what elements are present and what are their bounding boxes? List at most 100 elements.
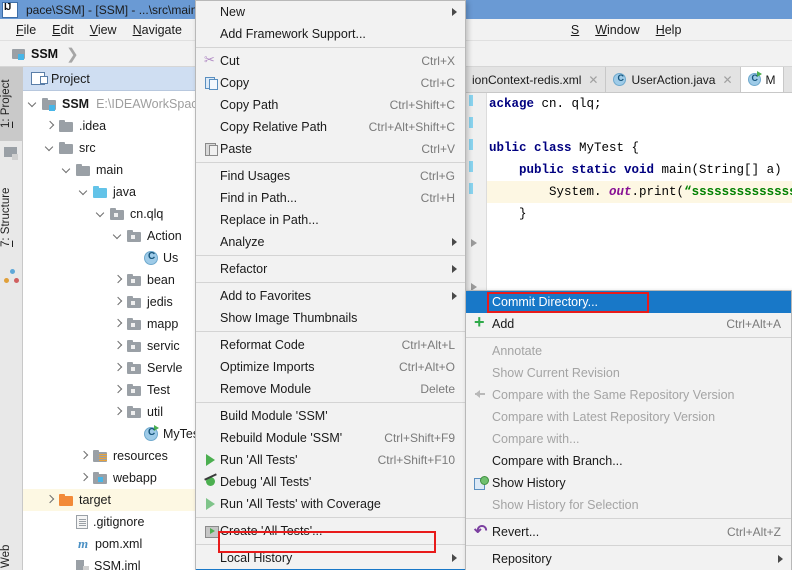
chevron-down-icon[interactable] [95, 208, 107, 220]
tree-node[interactable]: main [23, 159, 218, 181]
project-panel-header[interactable]: Project [23, 67, 218, 91]
menu-item[interactable]: Paste Ctrl+V [196, 138, 465, 160]
tree-node[interactable]: MyTes [23, 423, 218, 445]
tree-node[interactable]: target [23, 489, 218, 511]
menu-item[interactable]: Refactor [196, 258, 465, 280]
menu-item[interactable]: Show History [466, 472, 791, 494]
chevron-right-icon[interactable] [44, 494, 56, 506]
git-submenu[interactable]: Commit Directory... Add Ctrl+Alt+A Annotate… [465, 290, 792, 570]
close-icon[interactable]: ✕ [588, 73, 598, 87]
tree-node[interactable]: webapp [23, 467, 218, 489]
menu-item[interactable]: Remove Module Delete [196, 378, 465, 400]
menu-item-label: Add to Favorites [220, 289, 312, 303]
close-icon[interactable]: ✕ [722, 73, 732, 87]
editor-tab[interactable]: UserAction.java ✕ [606, 67, 741, 92]
menu-item-file[interactable]: File [8, 21, 44, 39]
menu-item[interactable]: Run 'All Tests' Ctrl+Shift+F10 [196, 449, 465, 471]
tree-node[interactable]: servic [23, 335, 218, 357]
folder-icon [76, 163, 91, 177]
menu-item[interactable]: Create 'All Tests'... [196, 520, 465, 542]
menu-item-view[interactable]: View [82, 21, 125, 39]
tree-node[interactable]: src [23, 137, 218, 159]
tool-window-tab-structure[interactable]: 7: Structure [0, 171, 23, 263]
chevron-right-icon[interactable] [78, 450, 90, 462]
tree-node[interactable]: .idea [23, 115, 218, 137]
tree-node[interactable]: Action [23, 225, 218, 247]
context-menu[interactable]: New Add Framework Support... Cut Ctrl+X Copy… [195, 0, 466, 570]
tree-node[interactable]: SSM E:\IDEAWorkSpac [23, 93, 218, 115]
menu-item-icon [202, 381, 220, 397]
tool-window-tab-web[interactable]: Web [0, 535, 23, 570]
tree-node[interactable]: mapp [23, 313, 218, 335]
menu-item-icon [202, 408, 220, 424]
code-token: out [609, 185, 632, 199]
package-icon [127, 229, 142, 243]
chevron-down-icon[interactable] [78, 186, 90, 198]
chevron-right-icon[interactable] [112, 296, 124, 308]
menu-item-help[interactable]: Help [648, 21, 690, 39]
menu-item[interactable]: Show Image Thumbnails [196, 307, 465, 329]
tree-node[interactable]: util [23, 401, 218, 423]
tree-node[interactable]: .gitignore [23, 511, 218, 533]
menu-item[interactable]: Optimize Imports Ctrl+Alt+O [196, 356, 465, 378]
chevron-right-icon[interactable] [112, 406, 124, 418]
menu-item[interactable]: Copy Relative Path Ctrl+Alt+Shift+C [196, 116, 465, 138]
menu-item[interactable]: Add Framework Support... [196, 23, 465, 45]
menu-item[interactable]: Replace in Path... [196, 209, 465, 231]
menu-item-icon [472, 475, 492, 491]
project-tree[interactable]: SSM E:\IDEAWorkSpac .idea src main java cn.qlq… [23, 91, 218, 570]
chevron-down-icon[interactable] [27, 98, 39, 110]
chevron-down-icon[interactable] [61, 164, 73, 176]
menu-item[interactable]: Debug 'All Tests' [196, 471, 465, 493]
tree-node[interactable]: bean [23, 269, 218, 291]
menu-item[interactable]: Cut Ctrl+X [196, 50, 465, 72]
menu-item[interactable]: Rebuild Module 'SSM' Ctrl+Shift+F9 [196, 427, 465, 449]
menu-item-window[interactable]: Window [587, 21, 647, 39]
tree-node[interactable]: cn.qlq [23, 203, 218, 225]
editor-tab[interactable]: M [740, 67, 784, 92]
menu-item[interactable]: Reformat Code Ctrl+Alt+L [196, 334, 465, 356]
menu-item[interactable]: Commit Directory... [466, 291, 791, 313]
chevron-right-icon[interactable] [78, 472, 90, 484]
chevron-right-icon[interactable] [112, 362, 124, 374]
tree-node[interactable]: jedis [23, 291, 218, 313]
menu-item[interactable]: Find in Path... Ctrl+H [196, 187, 465, 209]
tree-node[interactable]: SSM.iml [23, 555, 218, 570]
tree-node[interactable]: java [23, 181, 218, 203]
fold-arrow-icon[interactable] [471, 239, 477, 247]
menu-item-edit[interactable]: Edit [44, 21, 82, 39]
menu-item[interactable]: Revert... Ctrl+Alt+Z [466, 521, 791, 543]
menu-item[interactable]: Find Usages Ctrl+G [196, 165, 465, 187]
tree-node[interactable]: Servle [23, 357, 218, 379]
menu-item[interactable]: Add to Favorites [196, 285, 465, 307]
menu-item[interactable]: New [196, 1, 465, 23]
menu-item[interactable]: Copy Ctrl+C [196, 72, 465, 94]
menu-item-tools[interactable]: S [563, 21, 587, 39]
chevron-right-icon[interactable] [44, 120, 56, 132]
menu-item[interactable]: Local History [196, 547, 465, 569]
tree-node[interactable]: m pom.xml [23, 533, 218, 555]
tree-node[interactable]: Test [23, 379, 218, 401]
menu-item[interactable]: Repository [466, 548, 791, 570]
menu-item[interactable]: Copy Path Ctrl+Shift+C [196, 94, 465, 116]
tree-node[interactable]: resources [23, 445, 218, 467]
chevron-down-icon[interactable] [112, 230, 124, 242]
menu-item[interactable]: Run 'All Tests' with Coverage [196, 493, 465, 515]
menu-item[interactable]: Build Module 'SSM' [196, 405, 465, 427]
menu-item[interactable]: Compare with Branch... [466, 450, 791, 472]
breadcrumb-item-ssm[interactable]: SSM [31, 47, 58, 61]
tree-node[interactable]: Us [23, 247, 218, 269]
chevron-right-icon[interactable] [112, 340, 124, 352]
menu-item[interactable]: Analyze [196, 231, 465, 253]
chevron-down-icon[interactable] [44, 142, 56, 154]
tool-window-tab-project[interactable]: 1: Project [0, 67, 23, 141]
chevron-right-icon[interactable] [112, 274, 124, 286]
editor-tab[interactable]: ionContext-redis.xml ✕ [465, 67, 607, 92]
chevron-right-icon[interactable] [112, 384, 124, 396]
chevron-right-icon[interactable] [112, 318, 124, 330]
menu-item-navigate[interactable]: Navigate [125, 21, 190, 39]
menu-item[interactable]: Add Ctrl+Alt+A [466, 312, 791, 335]
